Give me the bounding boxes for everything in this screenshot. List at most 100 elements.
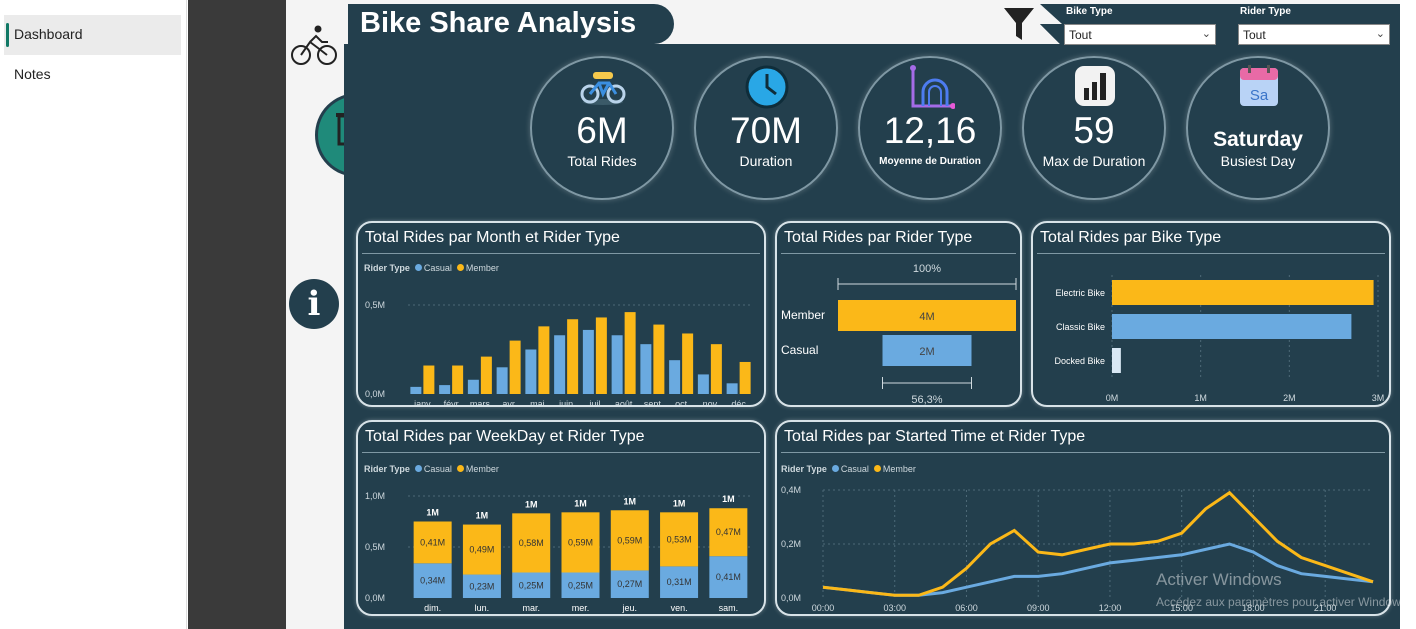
bike-chart-plot: 0M 1M 2M 3M Electric Bike Classic Bike Docked … [1054,275,1384,403]
x-tick-label: mer. [572,603,590,613]
bar-member [624,312,636,394]
bar-value-label: 0,59M [568,537,593,547]
bar-member [452,365,464,394]
x-tick-label: déc [731,399,746,405]
kpi-label: Max de Duration [1042,153,1146,169]
x-tick-label: mars [470,399,490,405]
clock-icon [745,65,789,109]
slicer-label: Bike Type [1066,6,1113,17]
kpi-value: 12,16 [883,110,977,151]
bar-member [423,365,435,394]
bar-total-label: 1M [722,494,735,504]
bar-total-label: 1M [574,498,587,508]
kpi-max-duration: 59 Max de Duration [1022,56,1166,200]
x-tick-label: mar. [522,603,540,613]
rider-chart-plot: 100% 4M Member 2M Casual 56,3% [781,263,1017,405]
bar-value-label: 0,23M [469,581,494,591]
canvas-gutter [188,0,286,629]
category-label: Classic Bike [1056,322,1105,332]
kpi-value: 6M [576,110,628,151]
kpi-label: Total Rides [567,153,637,169]
left-navigation: Dashboard Notes [0,0,187,629]
bar-value-label: 0,25M [519,580,544,590]
info-icon[interactable]: i [289,279,339,329]
x-tick-label: oct [675,399,688,405]
x-tick-label: août [615,399,633,405]
bar-member [538,326,550,394]
bar-value-label: 0,49M [469,545,494,555]
x-tick-label: 12:00 [1099,603,1122,613]
bar-member [595,317,607,394]
chart-rides-by-bike-type[interactable]: Total Rides par Bike Type 0M 1M 2M 3M Electr… [1031,221,1391,407]
rider-type-dropdown[interactable]: Tout ⌄ [1238,24,1390,45]
y-tick-label: 0,0M [365,593,385,603]
x-tick-label: jeu. [622,603,638,613]
bike-type-dropdown[interactable]: Tout ⌄ [1064,24,1216,45]
bar-value-label: 0,47M [716,527,741,537]
bar-value-label: 0,59M [617,535,642,545]
y-tick-label: 0,4M [781,485,801,495]
bar-electric-bike [1112,280,1374,305]
bar-value-label: 0,27M [617,579,642,589]
kpi-total-rides: 6M Total Rides [530,56,674,200]
dropdown-value: Tout [1243,28,1266,42]
x-tick-label: juil [588,399,600,405]
slicer-label: Rider Type [1240,6,1291,17]
x-tick-label: mai [530,399,545,405]
report-title: Bike Share Analysis [348,4,674,44]
kpi-label: Duration [739,153,793,169]
bar-value-label: 0,31M [667,577,692,587]
calendar-icon: Sa [1240,65,1278,106]
chart-rides-by-rider-type[interactable]: Total Rides par Rider Type 100% 4M Member 2… [775,221,1022,407]
bar-classic-bike [1112,314,1352,339]
bar-casual [525,349,537,394]
slicer-bike-type: Bike Type Tout ⌄ [1064,4,1224,46]
chart-rides-by-month[interactable]: Total Rides par Month et Rider Type Ride… [356,221,766,407]
dropdown-value: Tout [1069,28,1092,42]
kpi-busiest-day: Sa Saturday Busiest Day [1186,56,1330,200]
bar-total-label: 1M [476,511,489,521]
kpi-moyenne-duration: 12,16 Moyenne de Duration [858,56,1002,200]
filter-icon[interactable] [1003,6,1035,42]
bar-total-label: 1M [624,496,637,506]
bar-member [567,319,579,394]
x-tick-label: ven. [671,603,688,613]
nav-item-dashboard[interactable]: Dashboard [4,15,181,55]
kpi-label: Busiest Day [1220,153,1296,169]
y-tick-label: 0,5M [365,300,385,310]
x-tick-label: avr [502,399,515,405]
x-tick-label: févr [444,399,459,405]
bar-value-label: 4M [919,311,934,323]
bar-member [653,324,665,394]
bar-value-label: 0,34M [420,576,445,586]
chart-rides-by-started-time[interactable]: Total Rides par Started Time et Rider Ty… [775,420,1391,616]
y-tick-label: 0,5M [365,542,385,552]
bar-value-label: 0,41M [420,537,445,547]
annotation-top: 100% [913,263,941,275]
bar-casual [640,344,652,394]
x-tick-label: 00:00 [812,603,835,613]
graph-icon [910,65,955,109]
category-label: Electric Bike [1055,288,1105,298]
svg-text:Sa: Sa [1250,87,1269,104]
x-tick-label: juin [558,399,573,405]
bar-casual [697,374,709,394]
bar-casual [582,329,594,394]
chart-rides-by-weekday[interactable]: Total Rides par WeekDay et Rider Type Ri… [356,420,766,616]
icon-rail: i [286,0,399,629]
active-indicator [6,23,9,47]
bar-member [710,344,722,394]
x-tick-label: sam. [719,603,739,613]
kpi-duration: 70M Duration [694,56,838,200]
category-label: Casual [781,343,818,357]
bar-casual [410,386,422,394]
bar-casual [554,335,566,394]
nav-item-label: Dashboard [14,26,83,42]
bar-value-label: 0,25M [568,580,593,590]
x-tick-label: janv [413,399,431,405]
bike-icon[interactable] [290,22,338,68]
bar-casual [669,360,681,394]
bar-member [509,340,521,394]
nav-item-notes[interactable]: Notes [4,55,181,95]
x-tick-label: 0M [1106,393,1119,403]
